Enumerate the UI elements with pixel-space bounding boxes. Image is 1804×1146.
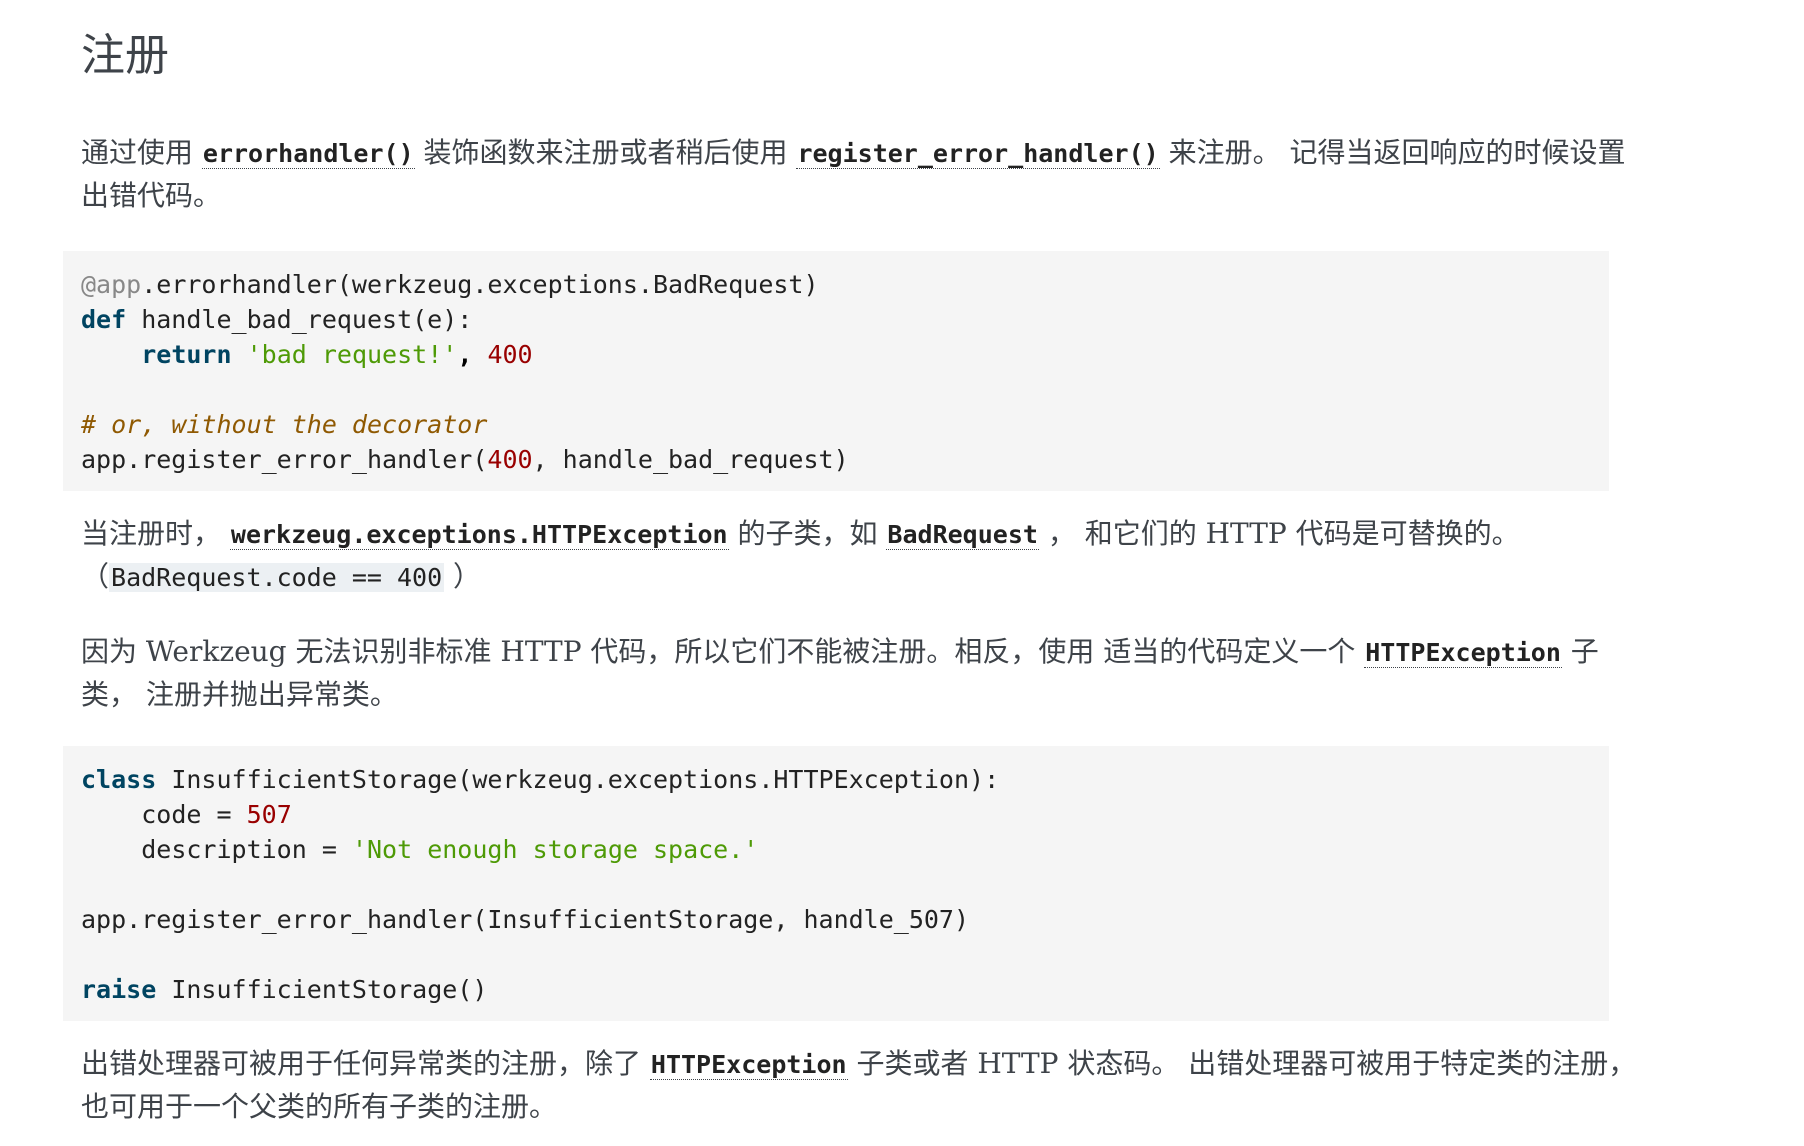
code-text: InsufficientStorage() — [156, 975, 488, 1004]
code-line: # or, without the decorator — [81, 407, 1591, 442]
code-text: , handle_bad_request) — [532, 445, 849, 474]
httpexception-link[interactable]: werkzeug.exceptions.HTTPException — [229, 520, 729, 550]
code-block-errorhandler: @app.errorhandler(werkzeug.exceptions.Ba… — [63, 251, 1609, 491]
code-line: def handle_bad_request(e): — [81, 302, 1591, 337]
number-literal: 400 — [487, 340, 533, 369]
code-line: raise InsufficientStorage() — [81, 972, 1591, 1007]
code-block-insufficient-storage: class InsufficientStorage(werkzeug.excep… — [63, 746, 1609, 1021]
number-literal: 400 — [487, 445, 533, 474]
text: 因为 Werkzeug 无法识别非标准 HTTP 代码，所以它们不能被注册。相反… — [81, 635, 1365, 668]
comment: # or, without the decorator — [81, 410, 488, 439]
keyword: return — [141, 340, 232, 369]
number-literal: 507 — [246, 800, 292, 829]
nonstandard-code-paragraph: 因为 Werkzeug 无法识别非标准 HTTP 代码，所以它们不能被注册。相反… — [81, 631, 1641, 716]
identifier: description — [141, 835, 307, 864]
text: 的子类，如 — [728, 517, 887, 550]
code-text: InsufficientStorage(werkzeug.exceptions.… — [156, 765, 1000, 794]
text: 出错处理器可被用于任何异常类的注册，除了 — [81, 1047, 650, 1080]
doc-section: 注册 通过使用 errorhandler() 装饰函数来注册或者稍后使用 reg… — [63, 26, 1641, 1128]
keyword: def — [81, 305, 127, 334]
handler-scope-paragraph: 出错处理器可被用于任何异常类的注册，除了 HTTPException 子类或者 … — [81, 1043, 1641, 1128]
operator: = — [201, 800, 247, 829]
decorator: @app — [81, 270, 142, 299]
section-heading: 注册 — [81, 30, 169, 81]
code-text: handle_bad_request(e): — [126, 305, 473, 334]
intro-paragraph: 通过使用 errorhandler() 装饰函数来注册或者稍后使用 regist… — [81, 132, 1641, 217]
keyword: raise — [81, 975, 157, 1004]
code-text: .errorhandler(werkzeug.exceptions.BadReq… — [141, 270, 819, 299]
code-line: app.register_error_handler(400, handle_b… — [81, 442, 1591, 477]
code-line: return 'bad request!', 400 — [81, 337, 1591, 372]
string-literal: 'bad request!' — [246, 340, 458, 369]
identifier: code — [141, 800, 202, 829]
text: 装饰函数来注册或者稍后使用 — [414, 136, 797, 169]
code-line: description = 'Not enough storage space.… — [81, 832, 1591, 867]
subclass-paragraph: 当注册时， werkzeug.exceptions.HTTPException … — [81, 513, 1641, 599]
text: 通过使用 — [81, 136, 202, 169]
punctuation: , — [457, 340, 473, 369]
code-text: app.register_error_handler( — [81, 445, 488, 474]
errorhandler-link[interactable]: errorhandler() — [201, 139, 415, 169]
register-error-handler-link[interactable]: register_error_handler() — [796, 139, 1160, 169]
text: 当注册时， — [81, 517, 230, 550]
keyword: class — [81, 765, 157, 794]
string-literal: 'Not enough storage space.' — [351, 835, 759, 864]
badrequest-link[interactable]: BadRequest — [886, 520, 1039, 550]
operator: = — [306, 835, 352, 864]
code-line: code = 507 — [81, 797, 1591, 832]
httpexception-link[interactable]: HTTPException — [649, 1050, 848, 1080]
code-line: app.register_error_handler(InsufficientS… — [81, 902, 1591, 937]
code-line: @app.errorhandler(werkzeug.exceptions.Ba… — [81, 267, 1591, 302]
code-line: class InsufficientStorage(werkzeug.excep… — [81, 762, 1591, 797]
text: ） — [444, 560, 482, 593]
httpexception-link[interactable]: HTTPException — [1364, 638, 1562, 668]
inline-code: BadRequest.code == 400 — [109, 563, 445, 592]
code-text: app.register_error_handler(InsufficientS… — [81, 905, 970, 934]
